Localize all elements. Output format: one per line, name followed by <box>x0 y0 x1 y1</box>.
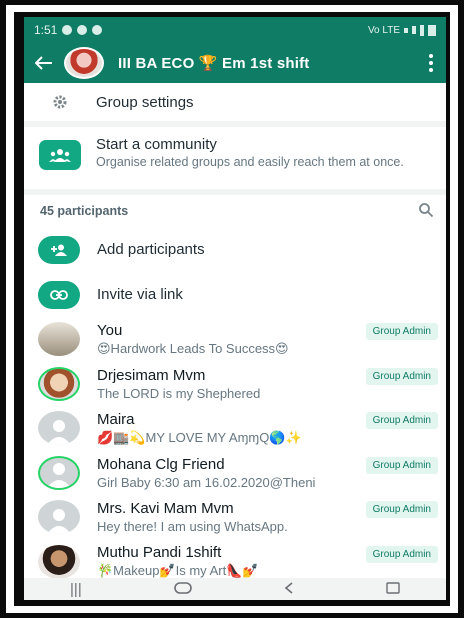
group-settings-label: Group settings <box>96 93 194 111</box>
status-bar: 1:51 Vo LTE <box>24 17 446 43</box>
group-admin-badge: Group Admin <box>365 412 438 429</box>
default-avatar-icon <box>38 500 80 535</box>
participant-status: Girl Baby 6:30 am 16.02.2020@Theni <box>97 474 316 490</box>
keyboard-icon[interactable] <box>386 581 400 598</box>
more-options-icon[interactable] <box>416 54 446 72</box>
search-icon[interactable] <box>418 202 434 221</box>
battery-icon <box>428 24 436 36</box>
default-avatar-icon <box>38 411 80 446</box>
participant-row[interactable]: Drjesimam Mvm The LORD is my Shephered G… <box>24 362 446 407</box>
home-icon[interactable] <box>173 581 192 598</box>
group-admin-badge: Group Admin <box>365 501 438 518</box>
participant-status: The LORD is my Shephered <box>97 385 261 401</box>
avatar <box>38 366 80 401</box>
group-admin-badge: Group Admin <box>365 367 438 385</box>
invite-link-label: Invite via link <box>97 286 183 303</box>
recent-apps-icon[interactable]: ||| <box>70 581 82 598</box>
participants-section: 45 participants Add participants Invite … <box>24 195 446 600</box>
community-title: Start a community <box>96 136 217 153</box>
notification-icon <box>62 25 73 35</box>
participant-status: 😍Hardwork Leads To Success😍 <box>97 340 289 356</box>
community-subtitle: Organise related groups and easily reach… <box>96 155 404 169</box>
add-person-icon <box>38 235 80 264</box>
group-title[interactable]: III BA ECO 🏆 Em 1st shift <box>118 54 309 72</box>
avatar <box>38 322 80 357</box>
status-time: 1:51 <box>34 23 58 37</box>
back-icon[interactable] <box>284 581 294 598</box>
signal-icon <box>404 27 408 33</box>
settings-notification-icon <box>92 25 103 35</box>
signal-icon <box>420 24 424 36</box>
heart-icon <box>77 25 88 35</box>
group-admin-badge: Group Admin <box>365 323 438 340</box>
participants-count: 45 participants <box>40 204 129 218</box>
avatar <box>38 544 80 579</box>
participants-header: 45 participants <box>24 195 446 227</box>
group-admin-badge: Group Admin <box>365 545 438 563</box>
default-avatar-icon <box>38 455 80 490</box>
phone-screen: 1:51 Vo LTE III BA ECO 🏆 Em 1st shift Gr… <box>24 17 446 600</box>
participant-row[interactable]: Mohana Clg Friend Girl Baby 6:30 am 16.0… <box>24 451 446 496</box>
participant-status: 🎋Makeup💅Is my Art👠💅 <box>97 563 259 579</box>
add-participants-label: Add participants <box>97 241 205 258</box>
group-settings-row[interactable]: Group settings <box>24 83 446 121</box>
system-nav-bar: ||| <box>24 578 446 600</box>
link-icon <box>38 280 80 309</box>
signal-icon <box>412 26 416 34</box>
participant-row[interactable]: Maira 💋🏬💫MY LOVE MY AɱɱQ🌎✨ Group Admin <box>24 406 446 451</box>
group-avatar[interactable] <box>64 47 104 79</box>
participant-status: 💋🏬💫MY LOVE MY AɱɱQ🌎✨ <box>97 429 302 445</box>
network-label: Vo LTE <box>367 24 400 36</box>
back-arrow-icon[interactable] <box>24 56 64 70</box>
community-icon <box>39 140 81 170</box>
participant-row[interactable]: You 😍Hardwork Leads To Success😍 Group Ad… <box>24 317 446 362</box>
group-admin-badge: Group Admin <box>365 456 438 474</box>
add-participants-row[interactable]: Add participants <box>24 227 446 272</box>
invite-link-row[interactable]: Invite via link <box>24 272 446 317</box>
gear-icon <box>24 94 96 110</box>
participant-status: Hey there! I am using WhatsApp. <box>97 519 288 535</box>
participant-row[interactable]: Mrs. Kavi Mam Mvm Hey there! I am using … <box>24 495 446 540</box>
app-bar: III BA ECO 🏆 Em 1st shift <box>24 43 446 83</box>
start-community-row[interactable]: Start a community Organise related group… <box>24 127 446 189</box>
